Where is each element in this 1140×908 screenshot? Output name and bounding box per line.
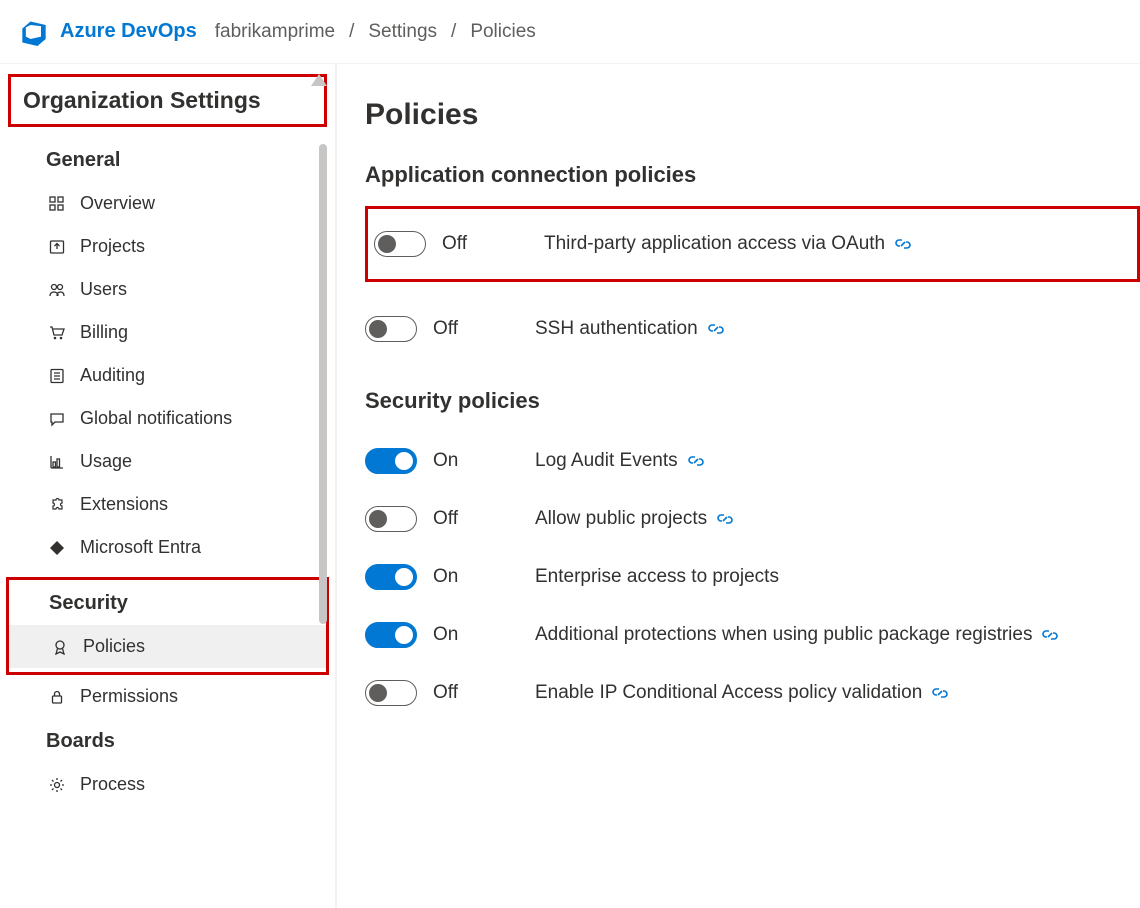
- sidebar-item-permissions[interactable]: Permissions: [0, 675, 335, 718]
- policy-label: Enterprise access to projects: [535, 566, 779, 588]
- sidebar-item-label: Auditing: [80, 365, 145, 386]
- breadcrumb-org[interactable]: fabrikamprime: [215, 21, 335, 43]
- sidebar-item-label: Usage: [80, 451, 132, 472]
- sidebar-item-label: Policies: [83, 636, 145, 657]
- sidebar-item-overview[interactable]: Overview: [0, 182, 335, 225]
- sidebar-title: Organization Settings: [23, 87, 312, 114]
- toggle-allow-public-projects[interactable]: [365, 506, 417, 532]
- main-content: Policies Application connection policies…: [335, 64, 1140, 908]
- toggle-state: Off: [433, 682, 458, 704]
- breadcrumb-settings[interactable]: Settings: [368, 21, 437, 43]
- policy-label: Third-party application access via OAuth: [544, 233, 885, 255]
- brand-link[interactable]: Azure DevOps: [60, 20, 197, 43]
- list-icon: [46, 368, 68, 384]
- scrollbar-thumb[interactable]: [319, 144, 327, 624]
- link-icon[interactable]: [688, 453, 704, 469]
- sidebar-item-microsoft-entra[interactable]: Microsoft Entra: [0, 526, 335, 569]
- sidebar-title-highlight: Organization Settings: [8, 74, 327, 127]
- lock-icon: [46, 689, 68, 705]
- section-security: Security: [9, 580, 326, 625]
- toggle-third-party-oauth[interactable]: [374, 231, 426, 257]
- sidebar-item-billing[interactable]: Billing: [0, 311, 335, 354]
- toggle-package-registries[interactable]: [365, 622, 417, 648]
- policy-row-public-projects: Off Allow public projects: [365, 490, 1140, 548]
- puzzle-icon: [46, 497, 68, 513]
- header: Azure DevOps fabrikamprime / Settings / …: [0, 0, 1140, 64]
- policy-row-package-registries: On Additional protections when using pub…: [365, 606, 1140, 664]
- toggle-ssh-authentication[interactable]: [365, 316, 417, 342]
- sidebar-item-label: Overview: [80, 193, 155, 214]
- ribbon-icon: [49, 639, 71, 655]
- toggle-enterprise-access[interactable]: [365, 564, 417, 590]
- link-icon[interactable]: [1042, 627, 1058, 643]
- policy-row-oauth: Off Third-party application access via O…: [365, 206, 1140, 282]
- diamond-icon: [46, 540, 68, 556]
- chat-icon: [46, 411, 68, 427]
- group-heading-security: Security policies: [365, 388, 1140, 414]
- toggle-state: Off: [442, 233, 467, 255]
- gear-icon: [46, 777, 68, 793]
- section-security-highlight: Security Policies: [6, 577, 329, 675]
- users-icon: [46, 282, 68, 298]
- azure-devops-logo-icon: [20, 18, 48, 46]
- sidebar-item-label: Users: [80, 279, 127, 300]
- section-general: General: [0, 137, 335, 182]
- chart-icon: [46, 454, 68, 470]
- sidebar-item-label: Process: [80, 774, 145, 795]
- link-icon[interactable]: [895, 236, 911, 252]
- upload-icon: [46, 239, 68, 255]
- section-boards: Boards: [0, 718, 335, 763]
- policy-label: Log Audit Events: [535, 450, 678, 472]
- sidebar-item-users[interactable]: Users: [0, 268, 335, 311]
- toggle-state: Off: [433, 318, 458, 340]
- sidebar-item-label: Microsoft Entra: [80, 537, 201, 558]
- sidebar-item-projects[interactable]: Projects: [0, 225, 335, 268]
- sidebar-item-auditing[interactable]: Auditing: [0, 354, 335, 397]
- toggle-state: On: [433, 624, 458, 646]
- sidebar-item-process[interactable]: Process: [0, 763, 335, 806]
- grid-icon: [46, 196, 68, 212]
- policy-label: Enable IP Conditional Access policy vali…: [535, 682, 922, 704]
- sidebar-item-label: Projects: [80, 236, 145, 257]
- sidebar-item-label: Extensions: [80, 494, 168, 515]
- link-icon[interactable]: [717, 511, 733, 527]
- cart-icon: [46, 325, 68, 341]
- link-icon[interactable]: [932, 685, 948, 701]
- policy-row-ssh: Off SSH authentication: [365, 300, 1140, 358]
- toggle-state: On: [433, 566, 458, 588]
- policy-row-ip-conditional: Off Enable IP Conditional Access policy …: [365, 664, 1140, 722]
- breadcrumb-policies[interactable]: Policies: [470, 21, 535, 43]
- toggle-ip-conditional-access[interactable]: [365, 680, 417, 706]
- sidebar-item-label: Global notifications: [80, 408, 232, 429]
- breadcrumb-separator: /: [451, 21, 456, 43]
- group-heading-app-connection: Application connection policies: [365, 162, 1140, 188]
- toggle-log-audit-events[interactable]: [365, 448, 417, 474]
- policy-label: SSH authentication: [535, 318, 698, 340]
- policy-row-log-audit: On Log Audit Events: [365, 432, 1140, 490]
- toggle-state: On: [433, 450, 458, 472]
- policy-row-enterprise-access: On Enterprise access to projects: [365, 548, 1140, 606]
- sidebar-item-global-notifications[interactable]: Global notifications: [0, 397, 335, 440]
- sidebar-item-label: Permissions: [80, 686, 178, 707]
- sidebar-item-usage[interactable]: Usage: [0, 440, 335, 483]
- toggle-state: Off: [433, 508, 458, 530]
- scroll-up-icon[interactable]: [311, 74, 327, 86]
- page-title: Policies: [365, 98, 1140, 132]
- sidebar-item-label: Billing: [80, 322, 128, 343]
- sidebar-item-policies[interactable]: Policies: [9, 625, 326, 668]
- breadcrumb-separator: /: [349, 21, 354, 43]
- link-icon[interactable]: [708, 321, 724, 337]
- policy-label: Allow public projects: [535, 508, 707, 530]
- sidebar-item-extensions[interactable]: Extensions: [0, 483, 335, 526]
- sidebar: Organization Settings General Overview P…: [0, 64, 335, 908]
- policy-label: Additional protections when using public…: [535, 624, 1032, 646]
